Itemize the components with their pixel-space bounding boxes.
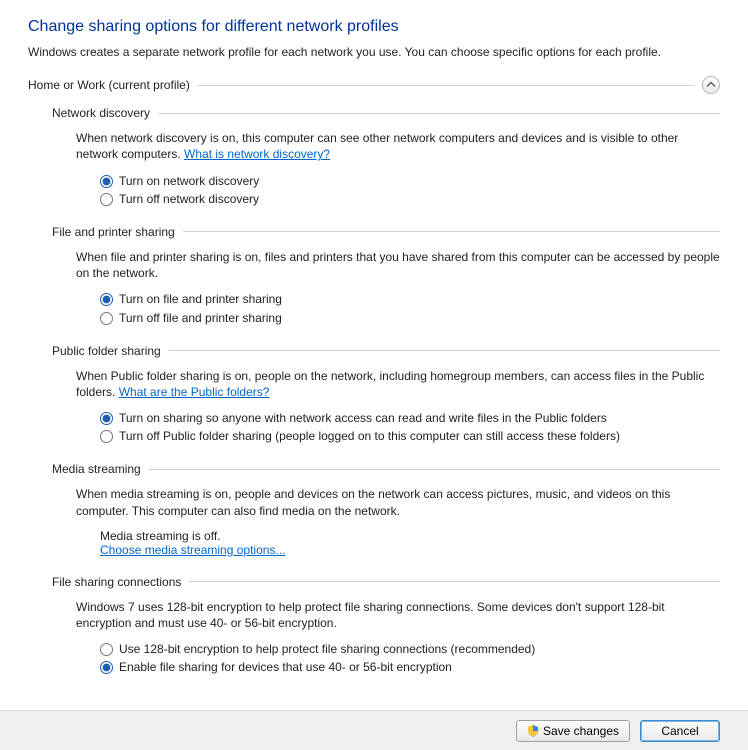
discovery-on-input[interactable] <box>100 175 113 188</box>
encryption-40-radio[interactable]: Enable file sharing for devices that use… <box>100 659 720 675</box>
section-title-media: Media streaming <box>52 462 149 476</box>
discovery-on-radio[interactable]: Turn on network discovery <box>100 173 720 189</box>
fileprint-desc: When file and printer sharing is on, fil… <box>76 249 720 281</box>
encryption-128-input[interactable] <box>100 643 113 656</box>
discovery-on-label: Turn on network discovery <box>119 173 259 189</box>
page-intro: Windows creates a separate network profi… <box>28 44 720 60</box>
fileprint-on-radio[interactable]: Turn on file and printer sharing <box>100 291 720 307</box>
encryption-desc: Windows 7 uses 128-bit encryption to hel… <box>76 599 720 631</box>
choose-media-streaming-link[interactable]: Choose media streaming options... <box>100 543 285 557</box>
discovery-off-label: Turn off network discovery <box>119 191 259 207</box>
footer-bar: Save changes Cancel <box>0 710 748 750</box>
save-changes-button[interactable]: Save changes <box>516 720 630 742</box>
collapse-button[interactable] <box>702 76 720 94</box>
media-status: Media streaming is off. <box>100 529 720 543</box>
divider <box>169 350 720 351</box>
shield-icon <box>527 725 539 737</box>
encryption-40-input[interactable] <box>100 661 113 674</box>
what-are-public-folders-link[interactable]: What are the Public folders? <box>119 385 270 399</box>
section-title-fileprint: File and printer sharing <box>52 225 183 239</box>
fileprint-off-label: Turn off file and printer sharing <box>119 310 282 326</box>
fileprint-off-radio[interactable]: Turn off file and printer sharing <box>100 310 720 326</box>
encryption-128-label: Use 128-bit encryption to help protect f… <box>119 641 535 657</box>
divider <box>149 469 720 470</box>
divider <box>198 85 694 86</box>
page-title: Change sharing options for different net… <box>28 18 720 36</box>
publicfolder-on-label: Turn on sharing so anyone with network a… <box>119 410 607 426</box>
cancel-button-label: Cancel <box>661 724 698 738</box>
media-desc: When media streaming is on, people and d… <box>76 486 720 518</box>
fileprint-on-label: Turn on file and printer sharing <box>119 291 282 307</box>
fileprint-off-input[interactable] <box>100 312 113 325</box>
profile-name: Home or Work (current profile) <box>28 78 198 92</box>
section-title-publicfolder: Public folder sharing <box>52 344 169 358</box>
publicfolder-off-radio[interactable]: Turn off Public folder sharing (people l… <box>100 428 720 444</box>
publicfolder-on-radio[interactable]: Turn on sharing so anyone with network a… <box>100 410 720 426</box>
publicfolder-desc: When Public folder sharing is on, people… <box>76 368 720 400</box>
divider <box>158 113 720 114</box>
cancel-button[interactable]: Cancel <box>640 720 720 742</box>
publicfolder-on-input[interactable] <box>100 412 113 425</box>
discovery-desc-text: When network discovery is on, this compu… <box>76 131 678 161</box>
publicfolder-off-label: Turn off Public folder sharing (people l… <box>119 428 620 444</box>
discovery-off-radio[interactable]: Turn off network discovery <box>100 191 720 207</box>
chevron-up-icon <box>706 80 716 90</box>
section-title-discovery: Network discovery <box>52 106 158 120</box>
discovery-desc: When network discovery is on, this compu… <box>76 130 720 162</box>
save-button-label: Save changes <box>543 724 619 738</box>
fileprint-on-input[interactable] <box>100 293 113 306</box>
publicfolder-off-input[interactable] <box>100 430 113 443</box>
profile-header[interactable]: Home or Work (current profile) <box>28 76 720 94</box>
section-title-encryption: File sharing connections <box>52 575 189 589</box>
divider <box>189 581 720 582</box>
encryption-128-radio[interactable]: Use 128-bit encryption to help protect f… <box>100 641 720 657</box>
discovery-off-input[interactable] <box>100 193 113 206</box>
encryption-40-label: Enable file sharing for devices that use… <box>119 659 452 675</box>
what-is-network-discovery-link[interactable]: What is network discovery? <box>184 147 330 161</box>
divider <box>183 231 720 232</box>
